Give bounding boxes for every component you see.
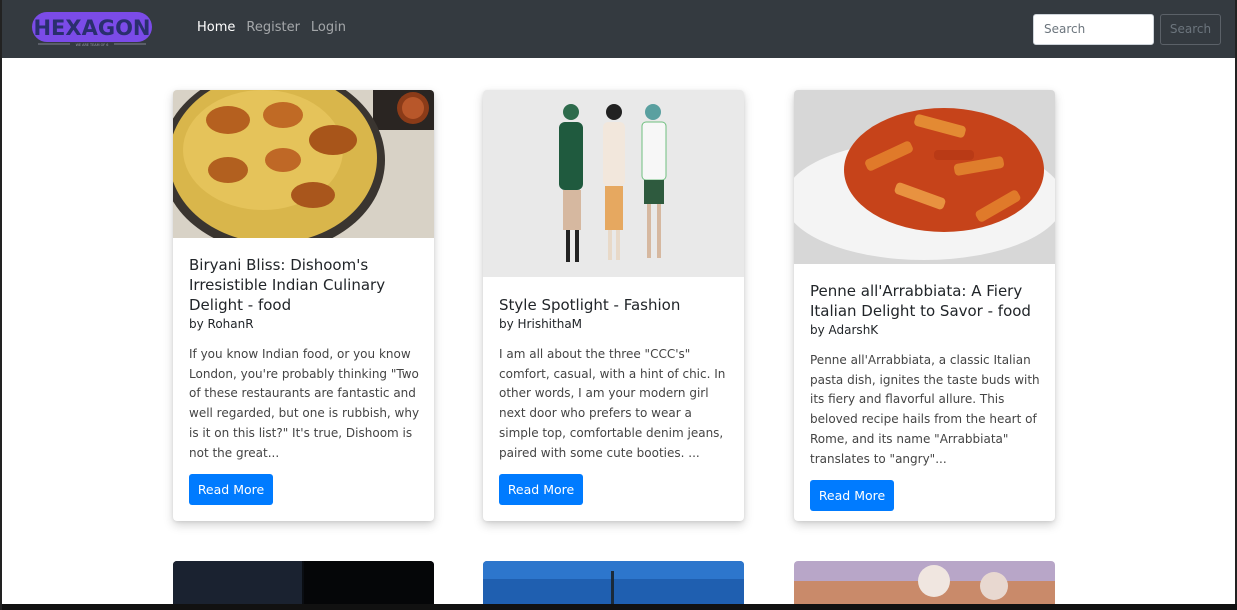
nav-links: Home Register Login [197, 20, 346, 35]
post-author: by HrishithaM [499, 317, 583, 331]
fashion-image [483, 90, 744, 277]
bottom-edge [2, 604, 1237, 610]
search-input[interactable]: Search [1033, 14, 1154, 45]
read-more-button[interactable]: Read More [499, 474, 583, 505]
post-author: by RohanR [189, 317, 254, 331]
post-title[interactable]: Penne all'Arrabbiata: A Fiery Italian De… [810, 281, 1041, 321]
biryani-image [173, 90, 434, 238]
search-button[interactable]: Search [1160, 14, 1221, 45]
post-card-next-1 [173, 561, 434, 606]
post-excerpt: Penne all'Arrabbiata, a classic Italian … [810, 353, 1040, 466]
post-excerpt: If you know Indian food, or you know Lon… [189, 347, 420, 460]
post-card-next-3 [794, 561, 1055, 606]
page: HEXAGON WE ARE TEAM OF 6 Home Register L… [0, 0, 1237, 610]
post-title[interactable]: Biryani Bliss: Dishoom's Irresistible In… [189, 255, 420, 315]
top-navbar: HEXAGON WE ARE TEAM OF 6 Home Register L… [2, 0, 1235, 58]
nav-login-link[interactable]: Login [311, 20, 346, 35]
nav-home-link[interactable]: Home [197, 20, 235, 35]
svg-text:HEXAGON: HEXAGON [33, 16, 150, 40]
card-body: Biryani Bliss: Dishoom's Irresistible In… [189, 255, 420, 463]
post-card-penne: Penne all'Arrabbiata: A Fiery Italian De… [794, 90, 1055, 521]
read-more-button[interactable]: Read More [810, 480, 894, 511]
post-card-fashion: Style Spotlight - Fashion by HrishithaM … [483, 90, 744, 521]
post-title[interactable]: Style Spotlight - Fashion [499, 295, 730, 315]
nav-register-link[interactable]: Register [246, 20, 300, 35]
post-card-next-2 [483, 561, 744, 606]
post-author: by AdarshK [810, 323, 879, 337]
hexagon-logo[interactable]: HEXAGON WE ARE TEAM OF 6 [32, 11, 152, 47]
svg-text:WE ARE TEAM OF 6: WE ARE TEAM OF 6 [76, 43, 109, 47]
post-card-biryani: Biryani Bliss: Dishoom's Irresistible In… [173, 90, 434, 521]
card-body: Style Spotlight - Fashion by HrishithaM … [499, 295, 730, 463]
read-more-button[interactable]: Read More [189, 474, 273, 505]
penne-image [794, 90, 1055, 264]
post-excerpt: I am all about the three "CCC's" comfort… [499, 347, 726, 460]
card-body: Penne all'Arrabbiata: A Fiery Italian De… [810, 281, 1041, 469]
